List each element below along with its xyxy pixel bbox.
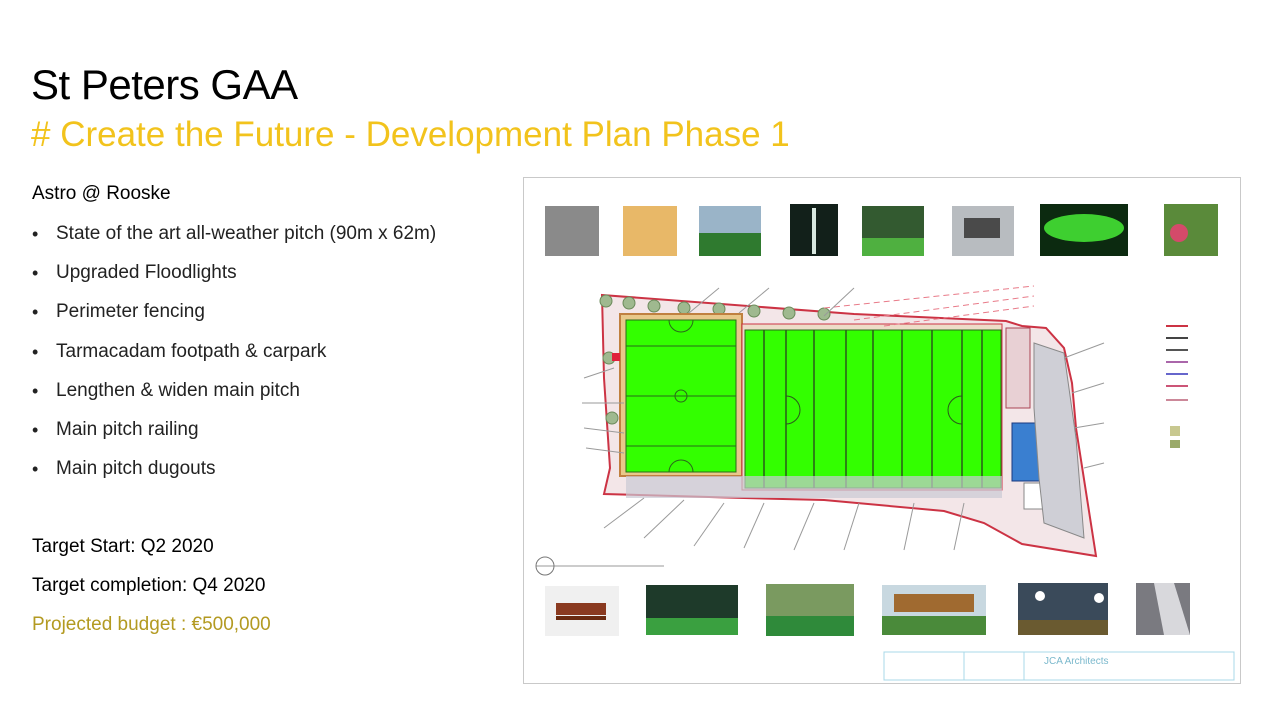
night-pitch-photo xyxy=(1040,204,1128,256)
architect-name: JCA Architects xyxy=(1044,656,1108,667)
bullet-item: Tarmacadam footpath & carpark xyxy=(32,340,436,379)
bullet-item: Main pitch dugouts xyxy=(32,457,436,496)
brick-paving-photo xyxy=(623,206,677,256)
paving-photo xyxy=(545,206,599,256)
title-block: JCA Architects xyxy=(883,651,1235,681)
floodlight-pole-photo xyxy=(790,204,838,256)
site-plan-drawing: JCA Architects xyxy=(523,177,1241,684)
pitch-fence-photo xyxy=(766,584,854,636)
site-marker xyxy=(612,353,620,361)
footpath-area xyxy=(626,476,1002,498)
legend-key xyxy=(1166,325,1188,448)
night-floodlights-photo xyxy=(1018,583,1108,635)
projected-budget: Projected budget : €500,000 xyxy=(32,614,271,635)
bullet-item: Perimeter fencing xyxy=(32,300,436,339)
stand-photo xyxy=(882,585,986,635)
bullet-item: Upgraded Floodlights xyxy=(32,261,436,300)
slide-subtitle: # Create the Future - Development Plan P… xyxy=(31,115,790,154)
bullet-item: Lengthen & widen main pitch xyxy=(32,379,436,418)
dugout-photo xyxy=(952,206,1014,256)
floodlit-astro-photo xyxy=(646,585,738,635)
planting-photo xyxy=(1164,204,1218,256)
target-start: Target Start: Q2 2020 xyxy=(32,536,214,557)
kerb-photo xyxy=(1136,583,1190,635)
bullet-item: State of the art all-weather pitch (90m … xyxy=(32,222,436,261)
bench-photo xyxy=(545,586,619,636)
main-pitch xyxy=(741,323,1003,491)
bottom-photo-strip xyxy=(545,583,1190,636)
astro-pitch xyxy=(619,313,743,477)
top-photo-strip xyxy=(545,204,1218,256)
target-completion: Target completion: Q4 2020 xyxy=(32,575,266,596)
fenced-pitch-photo xyxy=(862,206,924,256)
bullet-item: Main pitch railing xyxy=(32,418,436,457)
section-heading: Astro @ Rooske xyxy=(32,183,171,204)
slide-title: St Peters GAA xyxy=(31,61,298,108)
pitch-view-photo xyxy=(699,206,761,256)
site-plan-svg: JCA Architects xyxy=(535,204,1235,681)
bullet-list: State of the art all-weather pitch (90m … xyxy=(32,222,436,496)
